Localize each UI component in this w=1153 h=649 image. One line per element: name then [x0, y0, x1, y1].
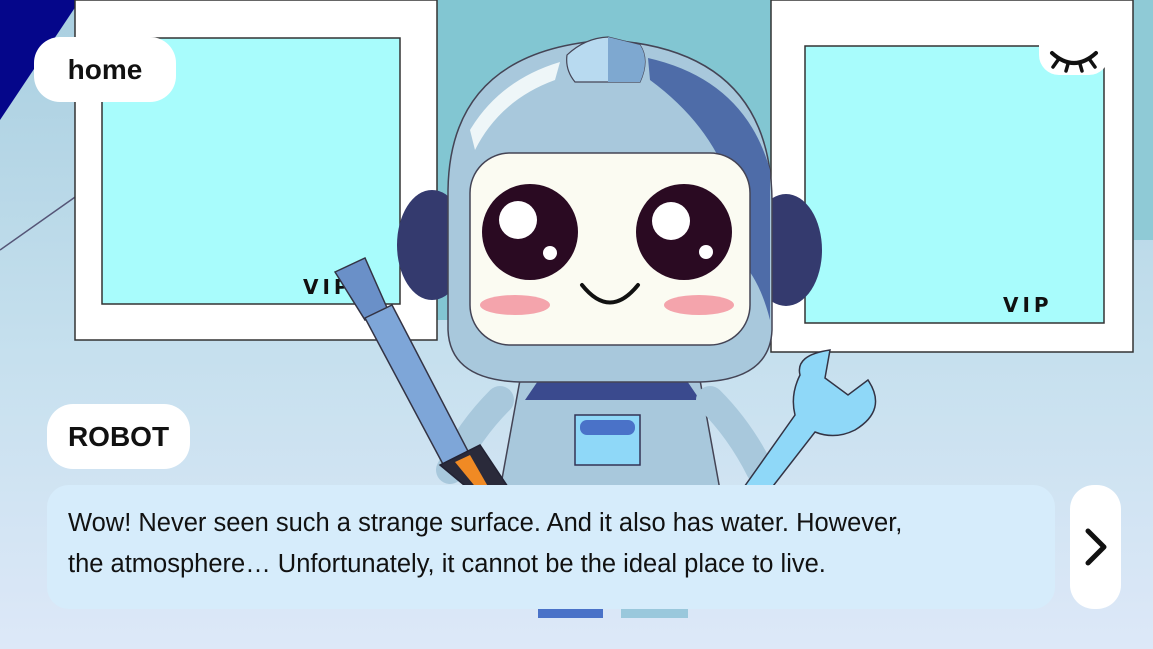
home-button-label: home	[67, 53, 143, 85]
chevron-right-icon	[1085, 528, 1106, 566]
dialog-box[interactable]: Wow! Never seen such a strange surface. …	[47, 485, 1055, 609]
dialog-line-1: Wow! Never seen such a strange surface. …	[68, 509, 903, 537]
closed-eye-icon	[1050, 50, 1098, 73]
right-vip-label: VIP	[1003, 293, 1053, 317]
speaker-name: ROBOT	[67, 420, 170, 452]
next-dialog-button[interactable]	[1070, 485, 1121, 609]
hide-ui-button[interactable]	[1039, 40, 1109, 75]
wrench-icon	[740, 349, 877, 491]
speaker-name-tag: ROBOT	[47, 404, 190, 469]
home-button[interactable]: home	[34, 37, 176, 102]
dialog-line-2: the atmosphere… Unfortunately, it cannot…	[68, 550, 826, 578]
